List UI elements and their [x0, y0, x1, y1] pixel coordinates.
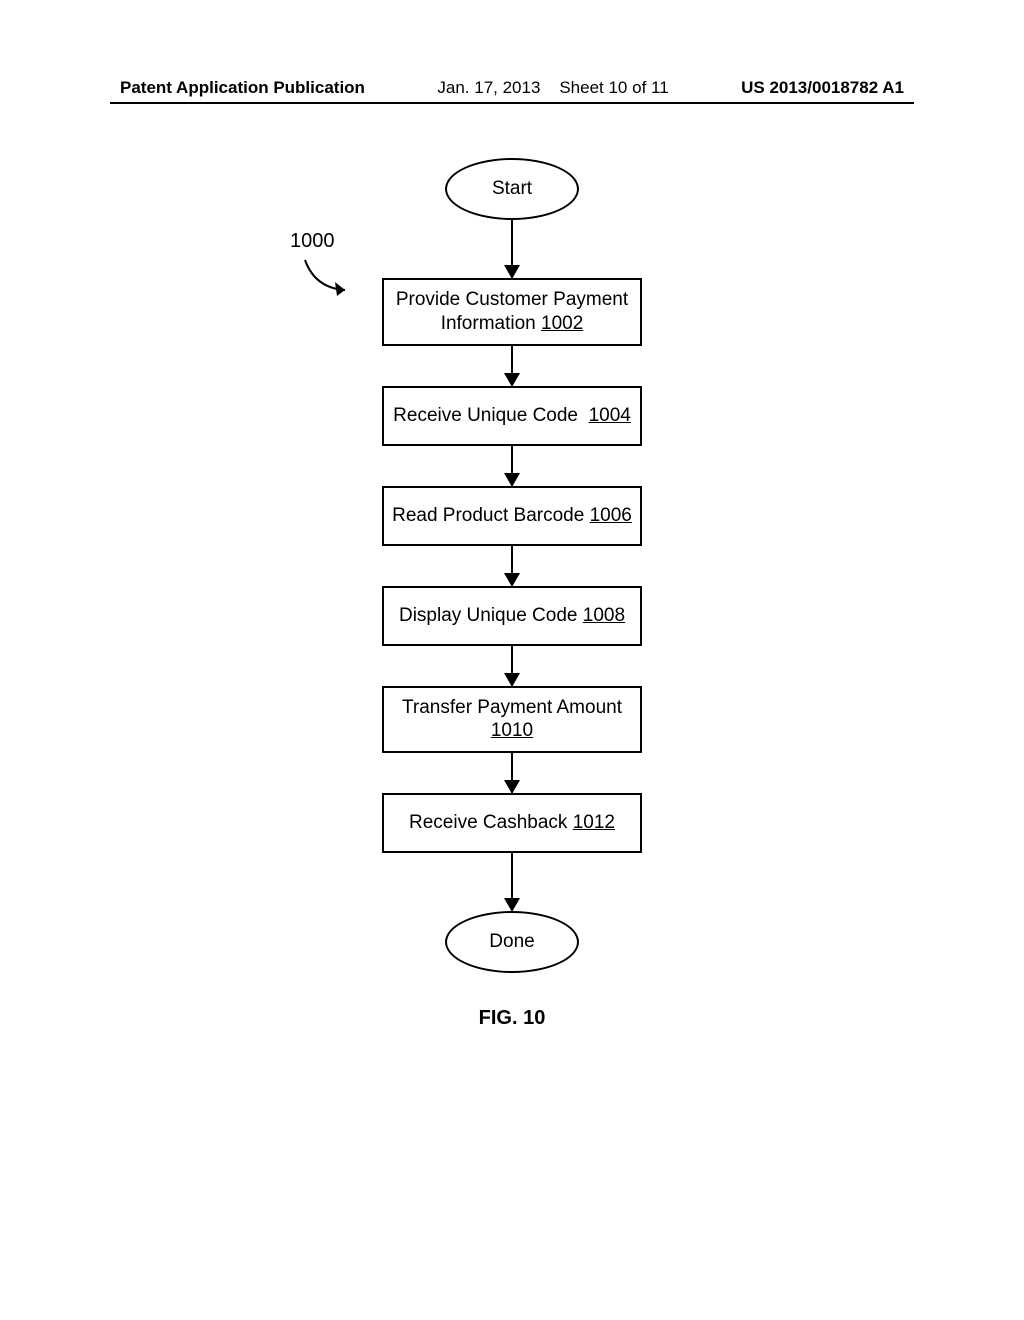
step-1008: Display Unique Code 1008 [382, 586, 642, 646]
flow-arrow-icon [511, 446, 513, 486]
step-ref: 1006 [590, 505, 632, 526]
step-ref: 1008 [583, 605, 625, 626]
step-1002: Provide Customer Payment Information 100… [382, 278, 642, 346]
terminator-start: Start [445, 158, 579, 220]
header-pubno: US 2013/0018782 A1 [741, 78, 904, 98]
step-ref: 1002 [541, 313, 583, 334]
flow-arrow-icon [511, 753, 513, 793]
terminator-done: Done [445, 911, 579, 973]
figure-label: FIG. 10 [479, 1007, 546, 1030]
flow-arrow-icon [511, 346, 513, 386]
step-ref: 1012 [573, 812, 615, 833]
step-1004: Receive Unique Code 1004 [382, 386, 642, 446]
flow-arrow-icon [511, 853, 513, 911]
header-left: Patent Application Publication [120, 78, 365, 98]
step-ref: 1004 [589, 405, 631, 426]
flow-arrow-icon [511, 646, 513, 686]
step-text: Receive Cashback 1012 [409, 811, 615, 835]
step-text: Read Product Barcode 1006 [392, 504, 632, 528]
step-1006: Read Product Barcode 1006 [382, 486, 642, 546]
step-1012: Receive Cashback 1012 [382, 793, 642, 853]
flow-arrow-icon [511, 546, 513, 586]
header-rule [110, 102, 914, 104]
header-mid: Jan. 17, 2013 Sheet 10 of 11 [437, 78, 668, 98]
page: Patent Application Publication Jan. 17, … [0, 0, 1024, 1320]
step-text: Provide Customer Payment Information 100… [392, 288, 632, 336]
start-label: Start [492, 178, 532, 200]
flowchart: Start Provide Customer Payment Informati… [0, 158, 1024, 1030]
header-sheet: Sheet 10 of 11 [559, 78, 668, 97]
step-1010: Transfer Payment Amount 1010 [382, 686, 642, 754]
header-date: Jan. 17, 2013 [437, 78, 540, 97]
done-label: Done [489, 931, 534, 953]
page-header: Patent Application Publication Jan. 17, … [0, 78, 1024, 98]
step-text: Receive Unique Code 1004 [393, 404, 631, 428]
flow-arrow-icon [511, 220, 513, 278]
step-text: Display Unique Code 1008 [399, 604, 625, 628]
step-ref: 1010 [491, 720, 533, 741]
step-text: Transfer Payment Amount 1010 [402, 696, 622, 744]
